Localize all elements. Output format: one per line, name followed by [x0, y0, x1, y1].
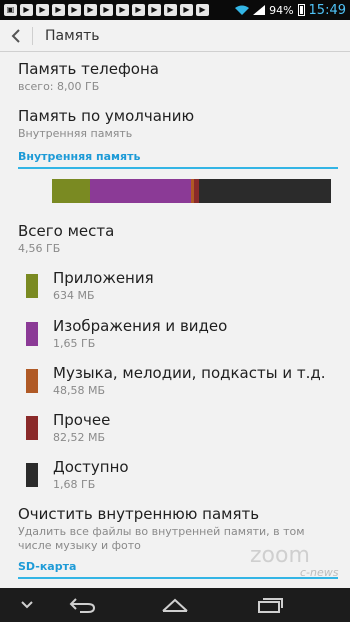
- watermark-main: zoom: [250, 543, 310, 568]
- usage-segment-media: [89, 179, 191, 203]
- phone-storage-item: Память телефона всего: 8,00 ГБ: [18, 60, 336, 94]
- page-title: Память: [45, 27, 100, 44]
- back-nav-button[interactable]: [62, 588, 102, 622]
- category-size: 82,52 МБ: [53, 431, 106, 444]
- play-icon: ▶: [164, 4, 177, 16]
- storage-usage-bar: [52, 179, 331, 203]
- storage-category-other[interactable]: Прочее 82,52 МБ: [26, 411, 336, 451]
- total-space-value: 4,56 ГБ: [18, 242, 61, 255]
- battery-icon: [297, 4, 305, 16]
- notification-icons: ▣ ▶ ▶ ▶ ▶ ▶ ▶ ▶ ▶ ▶ ▶ ▶ ▶: [4, 4, 209, 16]
- play-icon: ▶: [20, 4, 33, 16]
- play-icon: ▶: [180, 4, 193, 16]
- category-size: 1,68 ГБ: [53, 478, 96, 491]
- internal-storage-header: Внутренняя память: [18, 150, 338, 169]
- clock: 15:49: [308, 2, 346, 18]
- category-label: Изображения и видео: [53, 317, 228, 335]
- category-label: Прочее: [53, 411, 111, 429]
- play-icon: ▶: [196, 4, 209, 16]
- signal-icon: [253, 5, 266, 15]
- category-size: 1,65 ГБ: [53, 337, 96, 350]
- clear-storage-desc-line1: Удалить все файлы во внутренней памяти, …: [18, 525, 305, 538]
- play-icon: ▶: [132, 4, 145, 16]
- play-icon: ▶: [100, 4, 113, 16]
- recent-apps-button[interactable]: [250, 588, 290, 622]
- default-storage-title: Память по умолчанию: [18, 107, 195, 125]
- chevron-down-icon: [21, 601, 33, 609]
- storage-category-apps[interactable]: Приложения 634 МБ: [26, 269, 336, 309]
- status-bar: ▣ ▶ ▶ ▶ ▶ ▶ ▶ ▶ ▶ ▶ ▶ ▶ ▶ 94% 15:49: [0, 0, 350, 20]
- total-space-title: Всего места: [18, 222, 115, 240]
- phone-storage-title: Память телефона: [18, 60, 159, 78]
- storage-category-available: Доступно 1,68 ГБ: [26, 458, 336, 498]
- category-label: Доступно: [53, 458, 129, 476]
- default-storage-item[interactable]: Память по умолчанию Внутренняя память: [18, 107, 336, 141]
- play-icon: ▶: [148, 4, 161, 16]
- category-size: 634 МБ: [53, 289, 95, 302]
- battery-percent: 94%: [269, 3, 294, 17]
- back-arrow-icon: [69, 598, 96, 613]
- color-swatch: [26, 322, 38, 346]
- color-swatch: [26, 416, 38, 440]
- home-icon: [162, 598, 188, 612]
- recent-apps-icon: [258, 598, 283, 613]
- color-swatch: [26, 274, 38, 298]
- photo-icon: ▣: [4, 4, 17, 16]
- action-bar: Память: [0, 20, 350, 52]
- category-label: Музыка, мелодии, подкасты и т.д.: [53, 364, 326, 382]
- hide-keyboard-button[interactable]: [12, 588, 42, 622]
- play-icon: ▶: [68, 4, 81, 16]
- play-icon: ▶: [84, 4, 97, 16]
- chevron-left-icon: [11, 28, 20, 43]
- play-icon: ▶: [52, 4, 65, 16]
- wifi-icon: [235, 5, 250, 15]
- divider: [32, 26, 33, 45]
- default-storage-value: Внутренняя память: [18, 127, 133, 140]
- usage-segment-apps: [52, 179, 90, 203]
- navigation-bar: [0, 588, 350, 622]
- watermark-logo: zoom c-news: [250, 543, 350, 583]
- back-button[interactable]: [0, 20, 32, 52]
- usage-segment-available: [199, 179, 331, 203]
- color-swatch: [26, 463, 38, 487]
- storage-category-audio[interactable]: Музыка, мелодии, подкасты и т.д. 48,58 М…: [26, 364, 336, 404]
- watermark-sub: c-news: [300, 566, 339, 579]
- play-icon: ▶: [116, 4, 129, 16]
- total-space-item: Всего места 4,56 ГБ: [18, 222, 336, 256]
- storage-category-media[interactable]: Изображения и видео 1,65 ГБ: [26, 317, 336, 357]
- phone-storage-total: всего: 8,00 ГБ: [18, 80, 100, 93]
- home-button[interactable]: [155, 588, 195, 622]
- category-label: Приложения: [53, 269, 154, 287]
- play-icon: ▶: [36, 4, 49, 16]
- category-size: 48,58 МБ: [53, 384, 106, 397]
- clear-storage-title: Очистить внутреннюю память: [18, 505, 260, 523]
- color-swatch: [26, 369, 38, 393]
